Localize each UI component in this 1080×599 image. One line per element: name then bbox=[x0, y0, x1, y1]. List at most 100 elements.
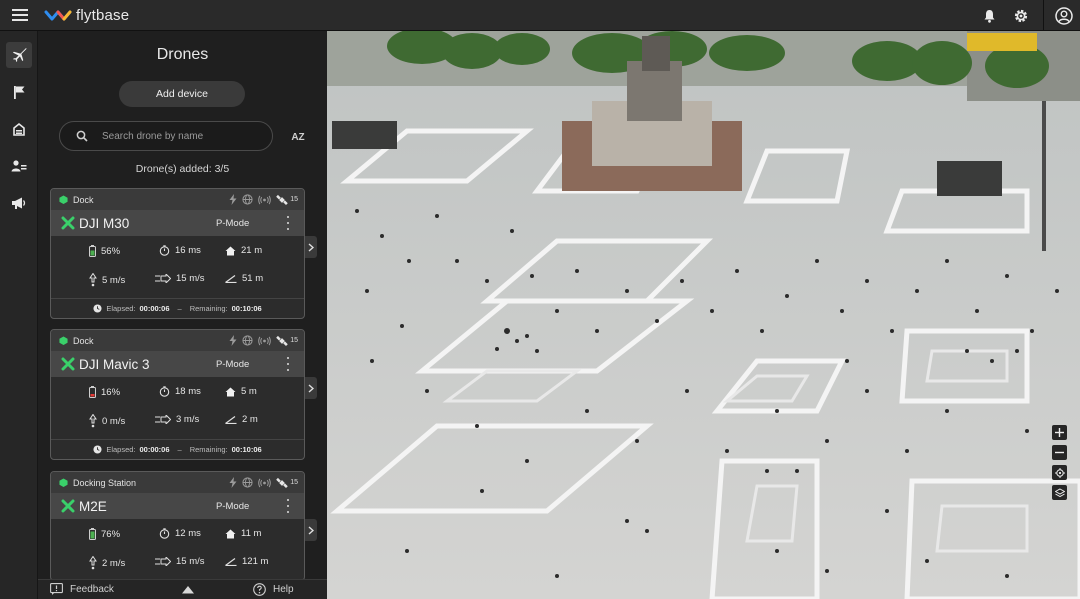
sort-az-button[interactable]: AZ bbox=[289, 128, 307, 146]
card-header: Docking Station 15 bbox=[51, 472, 304, 493]
horizontal-speed-stat: 3 m/s bbox=[155, 414, 199, 425]
stopwatch-icon bbox=[159, 528, 170, 539]
feedback-button[interactable]: Feedback bbox=[50, 583, 114, 595]
chevron-right-icon bbox=[308, 525, 314, 535]
satellite-count: 15 bbox=[290, 196, 298, 203]
chevron-right-icon bbox=[308, 383, 314, 393]
card-header: Dock 15 bbox=[51, 189, 304, 210]
altitude-stat: 11 m bbox=[225, 528, 261, 539]
clock-icon bbox=[93, 304, 102, 313]
chevron-right-icon bbox=[308, 242, 314, 252]
kebab-menu-icon[interactable] bbox=[282, 357, 294, 371]
mission-timer: Elapsed: 00:00:06 – Remaining: 00:10:06 bbox=[51, 298, 304, 318]
distance-icon bbox=[225, 416, 237, 424]
battery-icon bbox=[89, 245, 96, 257]
telemetry-stats: 56% 16 ms 21 m 5 m/s 15 m/s 51 m bbox=[51, 236, 304, 298]
flag-icon bbox=[13, 85, 24, 99]
top-bar: flytbase bbox=[0, 0, 1080, 31]
drone-card[interactable]: Docking Station 15 M2E P-Mode 76% 12 ms bbox=[50, 471, 305, 581]
flight-mode: P-Mode bbox=[216, 217, 250, 229]
stopwatch-icon bbox=[159, 386, 170, 397]
zoom-out-button[interactable] bbox=[1052, 445, 1067, 460]
drone-icon bbox=[61, 216, 75, 230]
drone-icon bbox=[61, 499, 75, 513]
search-input[interactable] bbox=[102, 130, 252, 142]
help-button[interactable]: Help bbox=[253, 583, 294, 596]
brand-logo[interactable]: flytbase bbox=[44, 7, 129, 24]
horizontal-speed-icon bbox=[155, 415, 171, 424]
latency-stat: 16 ms bbox=[159, 245, 201, 256]
expand-card-button[interactable] bbox=[305, 236, 317, 258]
card-header: Dock 15 bbox=[51, 330, 304, 351]
distance-stat: 121 m bbox=[225, 556, 268, 567]
horizontal-speed-icon bbox=[155, 557, 171, 566]
dock-cube-icon bbox=[59, 195, 68, 204]
rail-item-broadcast[interactable] bbox=[0, 184, 38, 221]
globe-icon bbox=[242, 335, 253, 346]
kebab-menu-icon[interactable] bbox=[282, 216, 294, 230]
clock-icon bbox=[93, 445, 102, 454]
lightning-icon bbox=[229, 477, 237, 488]
drone-icon bbox=[61, 357, 75, 371]
feedback-icon bbox=[50, 583, 63, 595]
dock-label: Docking Station bbox=[73, 477, 137, 488]
mission-timer: Elapsed: 00:00:06 – Remaining: 00:10:06 bbox=[51, 439, 304, 459]
account-icon[interactable] bbox=[1048, 0, 1080, 31]
flight-mode: P-Mode bbox=[216, 500, 250, 512]
horizontal-speed-icon bbox=[155, 274, 171, 283]
altitude-stat: 5 m bbox=[225, 386, 257, 397]
gear-icon[interactable] bbox=[1005, 0, 1037, 31]
vertical-speed-icon bbox=[89, 556, 97, 570]
add-device-button[interactable]: Add device bbox=[119, 81, 245, 107]
rail-item-users[interactable] bbox=[0, 147, 38, 184]
dock-cube-icon bbox=[59, 336, 68, 345]
megaphone-icon bbox=[12, 197, 26, 209]
distance-icon bbox=[225, 275, 237, 283]
dock-cube-icon bbox=[59, 478, 68, 487]
drone-count: Drone(s) added: 3/5 bbox=[135, 163, 230, 175]
radio-signal-icon bbox=[258, 336, 272, 345]
kebab-menu-icon[interactable] bbox=[282, 499, 294, 513]
dock-label: Dock bbox=[73, 194, 94, 205]
minus-icon bbox=[1055, 451, 1064, 454]
drone-card[interactable]: Dock 15 DJI Mavic 3 P-Mode 16% 18 ms 5 m… bbox=[50, 329, 305, 460]
dock-label: Dock bbox=[73, 335, 94, 346]
rail-item-missions[interactable] bbox=[0, 73, 38, 110]
vertical-speed-icon bbox=[89, 273, 97, 287]
map-view[interactable] bbox=[327, 31, 1080, 599]
expand-card-button[interactable] bbox=[305, 519, 317, 541]
rail-item-drones[interactable] bbox=[0, 36, 38, 73]
drone-card[interactable]: Dock 15 DJI M30 P-Mode 56% 16 ms 21 m 5 … bbox=[50, 188, 305, 319]
altitude-stat: 21 m bbox=[225, 245, 262, 256]
horizontal-speed-stat: 15 m/s bbox=[155, 556, 205, 567]
stopwatch-icon bbox=[159, 245, 170, 256]
zoom-in-button[interactable] bbox=[1052, 425, 1067, 440]
satellite-icon bbox=[276, 335, 288, 346]
panel-title: Drones bbox=[156, 46, 209, 63]
users-icon bbox=[11, 159, 27, 171]
locate-button[interactable] bbox=[1052, 465, 1067, 480]
rail-item-docks[interactable] bbox=[0, 110, 38, 147]
home-icon bbox=[225, 246, 236, 255]
help-icon bbox=[253, 583, 266, 596]
card-name-row: DJI Mavic 3 P-Mode bbox=[51, 351, 304, 377]
drones-panel: Drones Add device AZ Drone(s) added: 3/5… bbox=[38, 31, 327, 599]
vertical-speed-stat: 2 m/s bbox=[89, 556, 125, 570]
collapse-panel-button[interactable] bbox=[181, 585, 195, 597]
expand-card-button[interactable] bbox=[305, 377, 317, 399]
satellite-icon bbox=[276, 194, 288, 205]
flight-mode: P-Mode bbox=[216, 358, 250, 370]
radio-signal-icon bbox=[258, 195, 272, 204]
aerial-plaza-image bbox=[327, 31, 1080, 599]
telemetry-stats: 16% 18 ms 5 m 0 m/s 3 m/s 2 m bbox=[51, 377, 304, 439]
home-icon bbox=[225, 387, 236, 396]
vertical-speed-stat: 5 m/s bbox=[89, 273, 125, 287]
horizontal-speed-stat: 15 m/s bbox=[155, 273, 205, 284]
menu-icon[interactable] bbox=[0, 0, 40, 31]
card-name-row: M2E P-Mode bbox=[51, 493, 304, 519]
layers-button[interactable] bbox=[1052, 485, 1067, 500]
bell-icon[interactable] bbox=[973, 0, 1005, 31]
drone-name: DJI M30 bbox=[79, 215, 130, 231]
lightning-icon bbox=[229, 335, 237, 346]
search-box bbox=[59, 121, 273, 151]
